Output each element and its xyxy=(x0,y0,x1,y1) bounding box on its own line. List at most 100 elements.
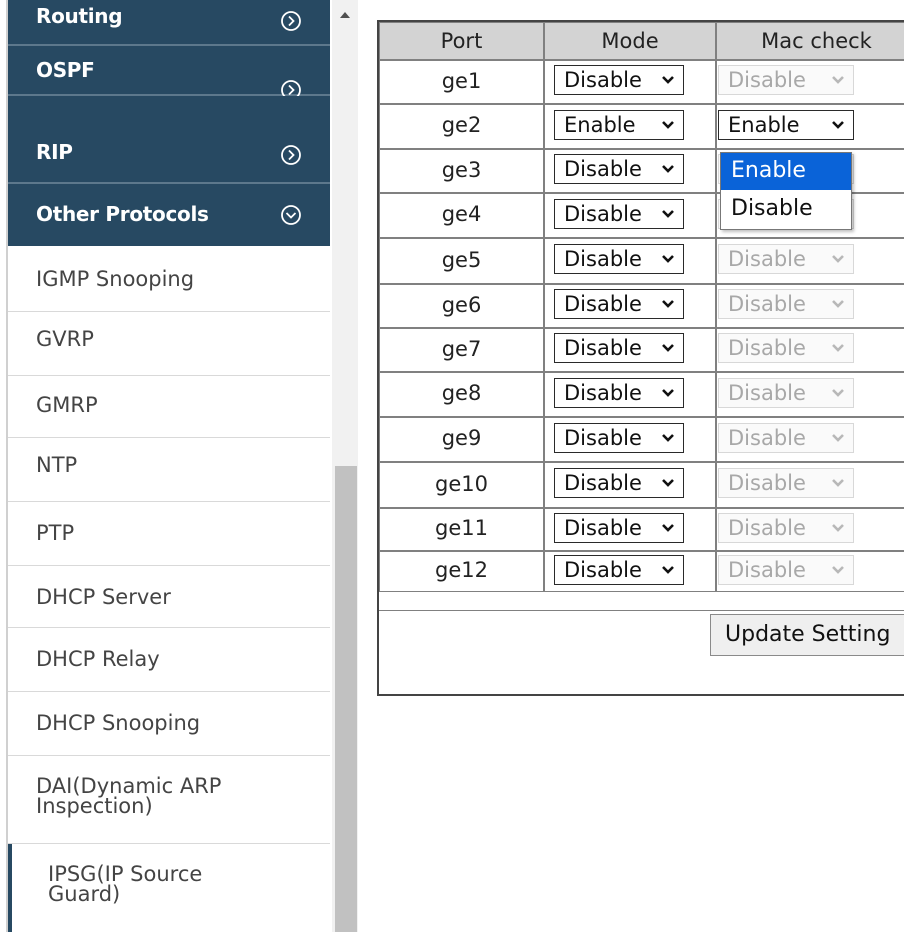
sidebar: Routing OSPF RIP Other Protocols IGMP Sn… xyxy=(0,0,332,932)
ipsg-port-table: Port Mode Mac check ge1 Disable Disable ge2 Ena… xyxy=(377,20,904,696)
sidebar-section-other-protocols[interactable]: Other Protocols xyxy=(8,184,330,246)
sidebar-item-label-line2: Guard) xyxy=(48,882,121,906)
mac-check-dropdown-list[interactable]: Enable Disable xyxy=(720,152,852,230)
sidebar-item-dhcp-server[interactable]: DHCP Server xyxy=(8,566,330,628)
mac-check-select: Disable xyxy=(718,555,854,585)
table-cell-mode: Disable xyxy=(544,60,716,104)
sidebar-section-routing[interactable]: Routing xyxy=(8,0,330,46)
table-cell-mode: Disable xyxy=(544,462,716,508)
mode-select[interactable]: Disable xyxy=(554,513,684,543)
mode-select[interactable]: Disable xyxy=(554,378,684,408)
mac-check-select-value: Disable xyxy=(728,68,806,92)
sidebar-item-label: DHCP Relay xyxy=(36,647,160,671)
mac-check-select: Disable xyxy=(718,65,854,95)
sidebar-item-igmp-snooping[interactable]: IGMP Snooping xyxy=(8,246,330,312)
sidebar-section-ospf[interactable]: OSPF xyxy=(8,46,330,100)
mode-select[interactable]: Disable xyxy=(554,65,684,95)
table-cell-port: ge11 xyxy=(379,508,544,551)
mode-select[interactable]: Disable xyxy=(554,423,684,453)
table-cell-mode: Disable xyxy=(544,149,716,193)
table-cell-mode: Disable xyxy=(544,372,716,417)
sidebar-item-label: IPSG(IP Source Guard) xyxy=(48,864,202,906)
mac-check-select-value: Disable xyxy=(728,516,806,540)
chevron-down-icon xyxy=(662,165,674,173)
chevron-down-icon xyxy=(832,434,844,442)
mode-select[interactable]: Disable xyxy=(554,244,684,274)
mac-check-select-value: Disable xyxy=(728,426,806,450)
chevron-down-icon xyxy=(662,434,674,442)
header-mode: Mode xyxy=(544,22,716,60)
mode-select[interactable]: Disable xyxy=(554,289,684,319)
chevron-down-icon xyxy=(832,76,844,84)
sidebar-item-label-line2: Inspection) xyxy=(36,794,153,818)
header-port: Port xyxy=(379,22,544,60)
mode-select[interactable]: Enable xyxy=(554,110,684,140)
sidebar-item-ipsg[interactable]: IPSG(IP Source Guard) xyxy=(8,844,330,932)
mode-select-value: Disable xyxy=(564,336,642,360)
mac-check-select[interactable]: Enable xyxy=(718,110,854,140)
chevron-down-icon xyxy=(832,255,844,263)
table-cell-mac-check: Disable xyxy=(716,60,904,104)
chevron-down-icon xyxy=(832,121,844,129)
table-cell-mac-check: Disable xyxy=(716,551,904,592)
sidebar-section-label: Other Protocols xyxy=(36,202,209,226)
mac-check-select-value: Disable xyxy=(728,292,806,316)
mac-check-select: Disable xyxy=(718,289,854,319)
sidebar-item-gvrp[interactable]: GVRP xyxy=(8,312,330,376)
table-cell-mode: Disable xyxy=(544,417,716,462)
mode-select[interactable]: Disable xyxy=(554,333,684,363)
chevron-down-icon xyxy=(832,344,844,352)
sidebar-item-ptp[interactable]: PTP xyxy=(8,502,330,566)
update-setting-button[interactable]: Update Setting xyxy=(710,614,904,656)
mode-select-value: Disable xyxy=(564,381,642,405)
mac-check-select-value: Disable xyxy=(728,247,806,271)
mode-select[interactable]: Disable xyxy=(554,468,684,498)
table-cell-mode: Disable xyxy=(544,238,716,284)
table-cell-port: ge1 xyxy=(379,60,544,104)
table-cell-mode: Disable xyxy=(544,508,716,551)
chevron-down-icon xyxy=(662,566,674,574)
chevron-down-icon xyxy=(662,389,674,397)
chevron-down-icon xyxy=(662,76,674,84)
mode-select-value: Disable xyxy=(564,516,642,540)
table-cell-port: ge10 xyxy=(379,462,544,508)
mode-select-value: Disable xyxy=(564,426,642,450)
dropdown-option-disable[interactable]: Disable xyxy=(721,191,851,228)
mac-check-select: Disable xyxy=(718,423,854,453)
mac-check-select-value: Disable xyxy=(728,558,806,582)
sidebar-item-label: DHCP Snooping xyxy=(36,711,201,735)
sidebar-item-gmrp[interactable]: GMRP xyxy=(8,376,330,438)
table-cell-port: ge6 xyxy=(379,284,544,328)
chevron-down-icon xyxy=(662,479,674,487)
mode-select-value: Disable xyxy=(564,157,642,181)
mac-check-select: Disable xyxy=(718,378,854,408)
scrollbar-thumb[interactable] xyxy=(335,466,357,932)
sidebar-item-ntp[interactable]: NTP xyxy=(8,438,330,502)
table-cell-mac-check: Disable xyxy=(716,328,904,372)
mode-select[interactable]: Disable xyxy=(554,555,684,585)
mac-check-select-value: Enable xyxy=(728,113,800,137)
mac-check-select-value: Disable xyxy=(728,471,806,495)
table-cell-port: ge5 xyxy=(379,238,544,284)
table-cell-mode: Enable xyxy=(544,104,716,149)
sidebar-item-label: PTP xyxy=(36,521,75,545)
table-cell-port: ge7 xyxy=(379,328,544,372)
mac-check-select: Disable xyxy=(718,244,854,274)
table-cell-mac-check: Disable xyxy=(716,372,904,417)
chevron-down-icon xyxy=(662,121,674,129)
chevron-down-icon xyxy=(662,300,674,308)
sidebar-item-dhcp-snooping[interactable]: DHCP Snooping xyxy=(8,692,330,756)
chevron-down-icon xyxy=(832,566,844,574)
table-cell-mac-check: Disable xyxy=(716,417,904,462)
mode-select[interactable]: Disable xyxy=(554,199,684,229)
sidebar-section-rip[interactable]: RIP xyxy=(8,96,330,184)
chevron-right-circle-icon xyxy=(281,11,301,31)
mode-select-value: Disable xyxy=(564,558,642,582)
mode-select[interactable]: Disable xyxy=(554,154,684,184)
sidebar-item-dai[interactable]: DAI(Dynamic ARP Inspection) xyxy=(8,756,330,844)
table-cell-mode: Disable xyxy=(544,551,716,592)
dropdown-option-enable[interactable]: Enable xyxy=(721,153,851,190)
scroll-up-arrow-icon[interactable] xyxy=(340,12,350,18)
sidebar-item-dhcp-relay[interactable]: DHCP Relay xyxy=(8,628,330,692)
sidebar-item-label: GMRP xyxy=(36,393,98,417)
